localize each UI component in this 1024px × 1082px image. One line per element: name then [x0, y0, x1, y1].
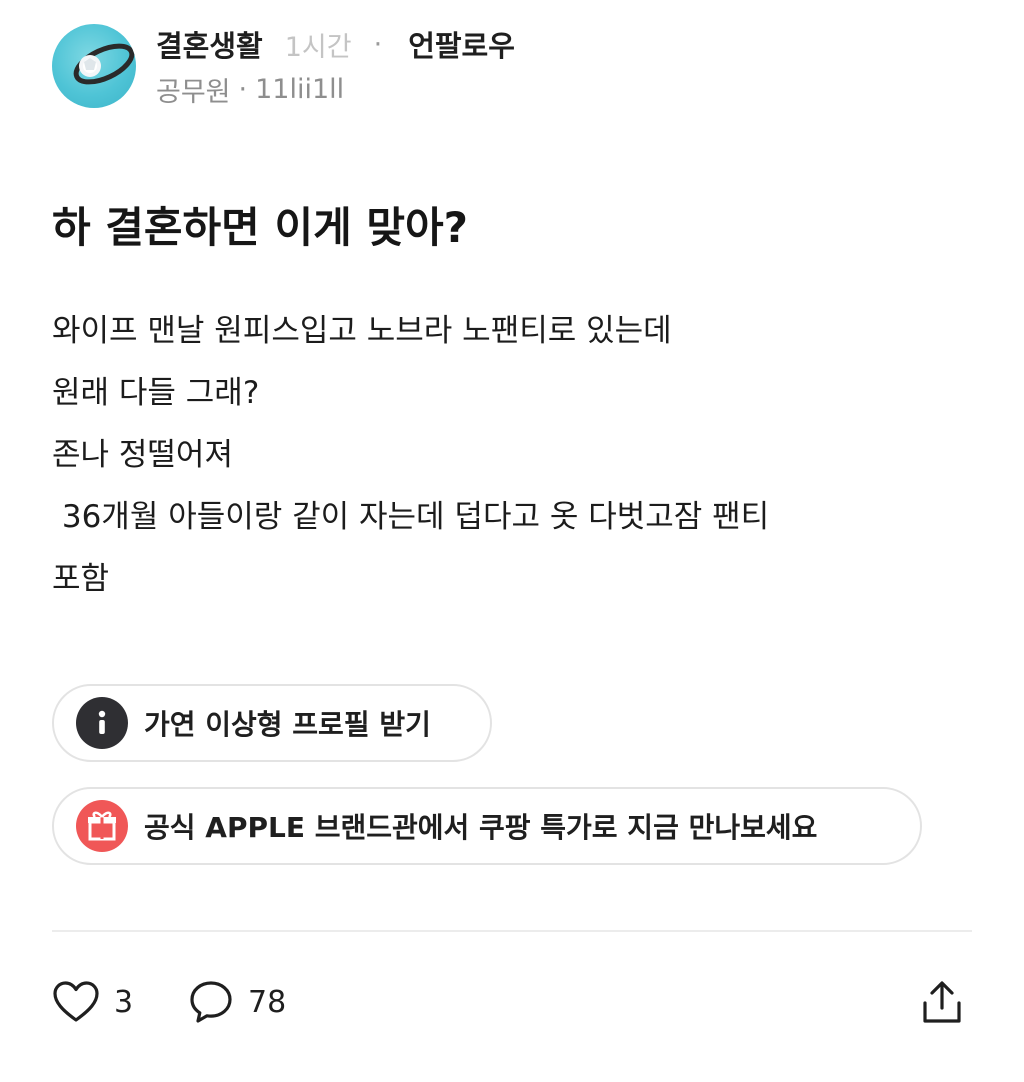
post-body-line: 원래 다들 그래? — [52, 375, 260, 411]
post-actions: 3 78 — [52, 974, 972, 1030]
unfollow-button[interactable]: 언팔로우 — [408, 23, 515, 65]
ring-icon — [73, 43, 135, 85]
author-name[interactable]: 11lii1ll — [255, 74, 344, 105]
meta-separator: · — [373, 28, 383, 60]
post-title: 하 결혼하면 이게 맞아? — [52, 203, 468, 252]
promo-pill-coupang[interactable]: 공식 APPLE 브랜드관에서 쿠팡 특가로 지금 만나보세요 — [52, 787, 922, 865]
post-time: 1시간 — [284, 31, 352, 63]
post-body-line: 포함 — [52, 561, 110, 597]
like-count: 3 — [114, 984, 134, 1020]
category-label[interactable]: 결혼생활 — [156, 23, 263, 65]
author-avatar[interactable] — [52, 24, 136, 108]
author-job: 공무원 — [156, 76, 231, 108]
info-icon — [76, 697, 128, 749]
post-body: 와이프 맨날 원피스입고 노브라 노팬티로 있는데 원래 다들 그래? 존나 정… — [52, 300, 972, 610]
promo-pill-label: 공식 APPLE 브랜드관에서 쿠팡 특가로 지금 만나보세요 — [144, 811, 818, 844]
comment-button[interactable]: 78 — [188, 974, 286, 1030]
author-separator: · — [238, 73, 248, 105]
promo-pill-label: 가연 이상형 프로필 받기 — [144, 708, 431, 741]
post-body-line: 존나 정떨어져 — [52, 437, 233, 473]
share-icon — [923, 981, 961, 1023]
like-button[interactable]: 3 — [52, 974, 133, 1030]
author-info: 공무원 · 11lii1ll — [156, 72, 344, 108]
share-button[interactable] — [920, 974, 964, 1030]
heart-icon — [53, 981, 99, 1022]
promo-pill-profile[interactable]: 가연 이상형 프로필 받기 — [52, 684, 492, 762]
post-body-line: 와이프 맨날 원피스입고 노브라 노팬티로 있는데 — [52, 313, 672, 349]
post-header: 결혼생활 1시간 · 언팔로우 공무원 · 11lii1ll — [52, 24, 972, 108]
gift-icon — [76, 800, 128, 852]
comment-count: 78 — [248, 984, 287, 1020]
comment-bubble-icon — [190, 981, 232, 1023]
post-body-line: 36개월 아들이랑 같이 자는데 덥다고 옷 다벗고잠 팬티 — [52, 499, 770, 535]
post-meta-primary: 결혼생활 1시간 · 언팔로우 — [156, 23, 515, 65]
divider — [52, 930, 972, 932]
